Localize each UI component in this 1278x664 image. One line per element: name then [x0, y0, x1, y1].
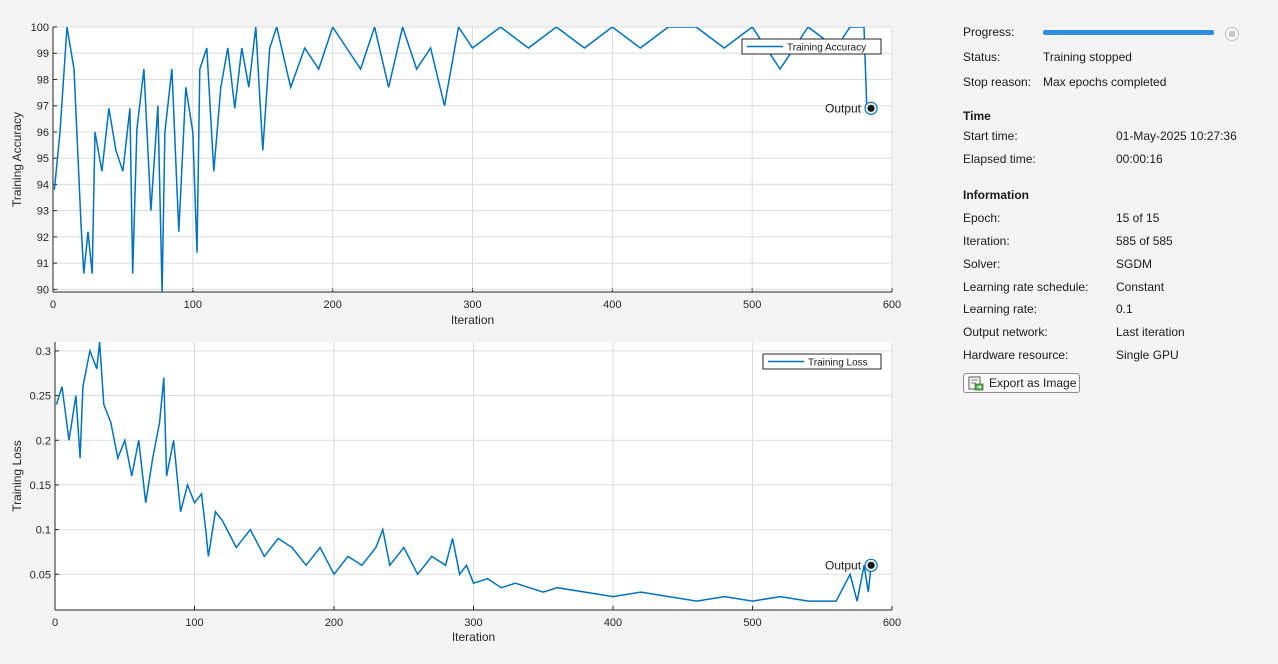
- output-network-value: Last iteration: [1116, 325, 1185, 339]
- stop-reason-value: Max epochs completed: [1043, 75, 1167, 89]
- stop-icon: [1229, 31, 1235, 37]
- progress-bar-fill: [1043, 30, 1214, 35]
- elapsed-time-value: 00:00:16: [1116, 152, 1163, 166]
- chart-0: 0 100 200 300 400 500 600 90 91 92 93 94 95 96 97 98 99 1…: [10, 22, 901, 327]
- y-tick-label: 91: [37, 258, 49, 270]
- status-value: Training stopped: [1043, 50, 1132, 64]
- time-header: Time: [963, 109, 991, 123]
- stop-button[interactable]: [1225, 27, 1239, 41]
- export-as-image-button[interactable]: Export as Image: [963, 373, 1080, 393]
- legend-entry: Training Accuracy: [787, 43, 866, 54]
- learning-rate-label: Learning rate:: [963, 302, 1038, 316]
- solver-value: SGDM: [1116, 257, 1152, 271]
- output-marker: [867, 104, 875, 112]
- y-tick-label: 92: [37, 232, 49, 244]
- y-axis-title: Training Accuracy: [10, 112, 24, 207]
- x-tick-label: 300: [463, 299, 481, 311]
- output-annotation: Output: [825, 558, 862, 572]
- x-tick-label: 200: [323, 299, 341, 311]
- y-tick-label: 97: [37, 101, 49, 113]
- iteration-label: Iteration:: [963, 234, 1010, 248]
- y-tick-label: 0.3: [36, 346, 51, 358]
- training-plots: 0 100 200 300 400 500 600 90 91 92 93 94 95 96 97 98 99 1…: [10, 22, 901, 644]
- x-tick-label: 500: [743, 299, 761, 311]
- learning-rate-value: 0.1: [1116, 302, 1133, 316]
- x-tick-label: 100: [185, 617, 203, 629]
- x-tick-label: 400: [603, 299, 621, 311]
- y-tick-label: 0.05: [30, 569, 51, 581]
- epoch-label: Epoch:: [963, 211, 1001, 225]
- epoch-value: 15 of 15: [1116, 211, 1160, 225]
- y-tick-label: 90: [37, 284, 49, 296]
- lr-schedule-label: Learning rate schedule:: [963, 280, 1089, 294]
- output-annotation: Output: [825, 101, 862, 115]
- hardware-label: Hardware resource:: [963, 348, 1069, 362]
- y-tick-label: 0.25: [30, 391, 51, 403]
- stop-reason-label: Stop reason:: [963, 75, 1032, 89]
- y-tick-label: 0.1: [36, 525, 51, 537]
- start-time-value: 01-May-2025 10:27:36: [1116, 129, 1237, 143]
- information-header: Information: [963, 188, 1029, 202]
- progress-label: Progress:: [963, 25, 1015, 39]
- start-time-label: Start time:: [963, 129, 1018, 143]
- y-tick-label: 93: [37, 206, 49, 218]
- y-tick-label: 94: [37, 179, 49, 191]
- x-tick-label: 500: [743, 617, 761, 629]
- y-tick-label: 100: [31, 22, 49, 34]
- x-tick-label: 0: [52, 617, 58, 629]
- y-tick-label: 98: [37, 74, 49, 86]
- x-tick-label: 0: [50, 299, 56, 311]
- output-network-label: Output network:: [963, 325, 1048, 339]
- x-tick-label: 200: [325, 617, 343, 629]
- iteration-value: 585 of 585: [1116, 234, 1173, 248]
- x-tick-label: 600: [883, 617, 901, 629]
- progress-bar: [1043, 30, 1214, 35]
- y-tick-label: 0.15: [30, 480, 51, 492]
- x-axis-title: Iteration: [451, 313, 494, 327]
- x-tick-label: 300: [464, 617, 482, 629]
- legend-entry: Training Loss: [808, 358, 868, 369]
- export-image-icon: [968, 376, 984, 391]
- y-tick-label: 99: [37, 48, 49, 60]
- chart-1: 0 100 200 300 400 500 600 0.05 0.1 0.15 0.2 0.25 0.3…: [10, 342, 901, 644]
- y-tick-label: 95: [37, 153, 49, 165]
- x-tick-label: 400: [604, 617, 622, 629]
- elapsed-time-label: Elapsed time:: [963, 152, 1036, 166]
- y-axis-title: Training Loss: [10, 440, 24, 512]
- lr-schedule-value: Constant: [1116, 280, 1165, 294]
- hardware-value: Single GPU: [1116, 348, 1179, 362]
- output-marker: [867, 561, 875, 569]
- x-axis-title: Iteration: [452, 630, 495, 644]
- y-tick-label: 96: [37, 127, 49, 139]
- export-as-image-label: Export as Image: [989, 376, 1077, 390]
- x-tick-label: 600: [883, 299, 901, 311]
- status-label: Status:: [963, 50, 1001, 64]
- x-tick-label: 100: [184, 299, 202, 311]
- solver-label: Solver:: [963, 257, 1001, 271]
- y-tick-label: 0.2: [36, 435, 51, 447]
